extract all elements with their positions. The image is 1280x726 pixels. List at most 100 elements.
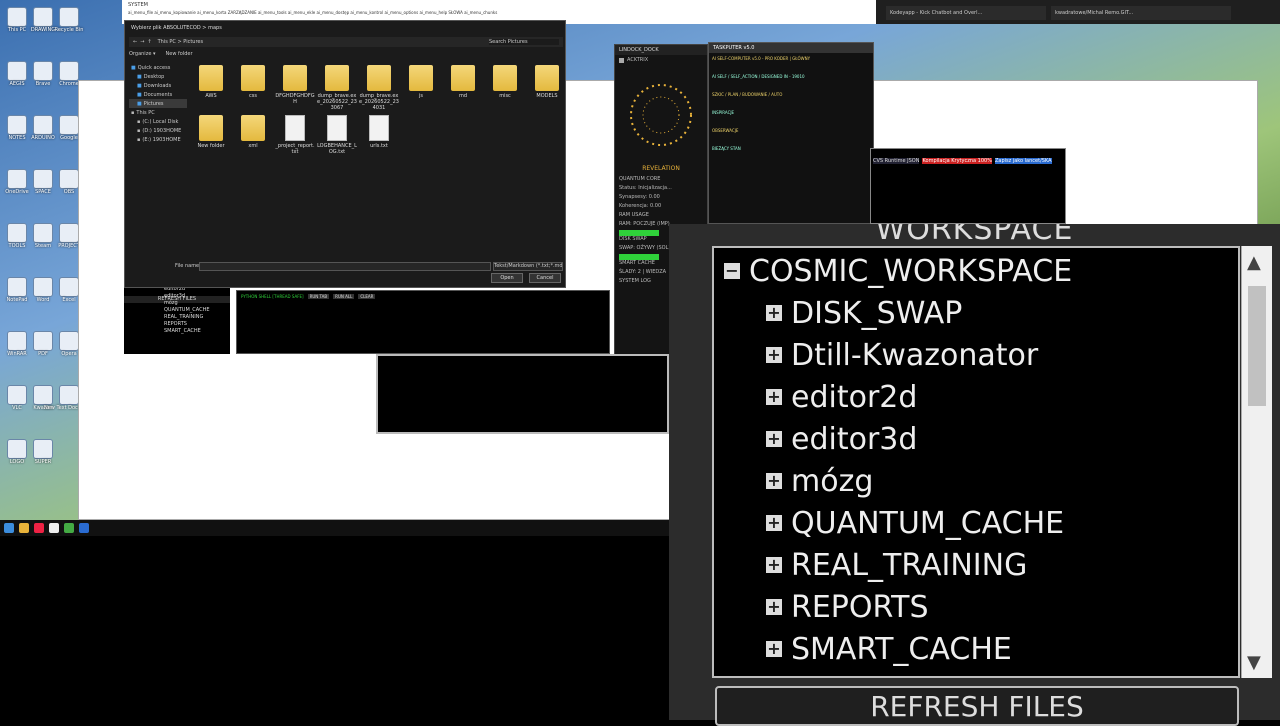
tree-item[interactable]: + editor3d — [766, 418, 917, 460]
collapse-icon[interactable]: − — [724, 263, 740, 279]
desktop-icon[interactable]: SPACE — [32, 170, 54, 195]
clear-button[interactable]: CLEAR — [358, 293, 376, 299]
desktop-icon[interactable]: This PC — [6, 8, 28, 33]
folder-icon[interactable] — [19, 523, 29, 533]
run-tab-button[interactable]: RUN TAB — [307, 293, 330, 299]
desktop-icon[interactable]: Steam — [32, 224, 54, 249]
nav-item[interactable]: ■ Desktop — [129, 72, 187, 81]
run-all-button[interactable]: RUN ALL — [333, 293, 355, 299]
tree-item[interactable]: + QUANTUM_CACHE — [766, 502, 1064, 544]
desktop-icon[interactable]: NOTES — [6, 116, 28, 141]
browser-tab[interactable]: kwadratowe/Michal Remo.GIT... — [1051, 6, 1231, 20]
desktop-icon[interactable]: New Text Document — [44, 386, 94, 411]
kompilacja-button[interactable]: Kompilacja Krytyczna 100% — [922, 158, 992, 164]
small-tree-item[interactable]: QUANTUM_CACHE — [144, 307, 230, 314]
small-tree-item[interactable]: REPORTS — [144, 321, 230, 328]
expand-icon[interactable]: + — [766, 389, 782, 405]
nav-item[interactable]: ■ Quick access — [129, 63, 187, 72]
expand-icon[interactable]: + — [766, 599, 782, 615]
desktop-icon[interactable]: WinRAR — [6, 332, 28, 357]
browser-tab[interactable]: Kodeyapp - Kick Chatbot and Overl... — [886, 6, 1046, 20]
file-item[interactable]: New folder — [191, 115, 231, 149]
forward-icon[interactable]: → — [140, 39, 144, 45]
acktrix-row[interactable]: ACKTRIX — [615, 55, 707, 65]
scroll-down-icon[interactable]: ▼ — [1247, 652, 1261, 673]
expand-icon[interactable]: + — [766, 557, 782, 573]
app-icon[interactable] — [49, 523, 59, 533]
scroll-thumb[interactable] — [1248, 286, 1266, 406]
desktop-icon[interactable]: Recycle Bin — [55, 8, 83, 33]
cvs-runtime-button[interactable]: CVS Runtime JSON — [873, 158, 920, 164]
zapisz-button[interactable]: Zapisz jako lancet/SKA — [994, 158, 1052, 164]
tree-item[interactable]: + mózg — [766, 460, 873, 502]
file-item[interactable]: DFGHDFGHDFGH — [275, 65, 315, 105]
tree-item[interactable]: + REPORTS — [766, 586, 929, 628]
filetype-select[interactable]: Tekst/Markdown (*.txt;*.md) — [493, 262, 563, 271]
tree-item[interactable]: + editor2d — [766, 376, 917, 418]
organize-button[interactable]: Organize ▾ — [129, 51, 156, 57]
desktop-icon[interactable]: VLC — [6, 386, 28, 411]
tree-item[interactable]: + DISK_SWAP — [766, 292, 962, 334]
desktop-icon[interactable]: ARDUINO — [31, 116, 55, 141]
address-bar[interactable]: ← → ↑ This PC > Pictures Search Pictures — [129, 37, 563, 47]
scroll-up-icon[interactable]: ▲ — [1247, 252, 1261, 273]
desktop-icon[interactable]: LOGO — [6, 440, 28, 465]
expand-icon[interactable]: + — [766, 473, 782, 489]
brave-icon[interactable] — [34, 523, 44, 533]
tree-item[interactable]: + SMART_CACHE — [766, 628, 1012, 670]
desktop-icon[interactable]: OBS — [58, 170, 80, 195]
tree-item[interactable]: + REAL_TRAINING — [766, 544, 1027, 586]
desktop-icon[interactable]: SUPER — [32, 440, 54, 465]
file-item[interactable]: LOGBEHANCE_LOG.txt — [317, 115, 357, 155]
up-icon[interactable]: ↑ — [147, 39, 151, 45]
back-icon[interactable]: ← — [133, 39, 137, 45]
desktop-icon[interactable]: Brave — [32, 62, 54, 87]
file-item[interactable]: css — [233, 65, 273, 99]
tree-root[interactable]: − COSMIC_WORKSPACE — [724, 250, 1072, 292]
nav-item[interactable]: ■ Documents — [129, 90, 187, 99]
nav-item[interactable]: ■ Downloads — [129, 81, 187, 90]
desktop-icon[interactable]: NotePad — [6, 278, 28, 303]
nav-item[interactable]: ▪ This PC — [129, 108, 187, 117]
desktop-icon[interactable]: TOOLS — [6, 224, 28, 249]
new-folder-button[interactable]: New folder — [166, 51, 193, 57]
file-item[interactable]: dump_brave.exe_20260522_233067 — [317, 65, 357, 111]
desktop-icon[interactable]: OneDrive — [5, 170, 29, 195]
nav-item[interactable]: ▪ (E:) 1903HOME — [129, 135, 187, 144]
code-icon[interactable] — [79, 523, 89, 533]
small-tree-item[interactable]: SMART_CACHE — [144, 328, 230, 335]
desktop-icon[interactable]: DRAWING — [31, 8, 55, 33]
desktop-icon[interactable]: Opera — [58, 332, 80, 357]
desktop-icon[interactable]: Word — [32, 278, 54, 303]
file-item[interactable]: MODELS — [527, 65, 567, 99]
nav-item[interactable]: ■ Pictures — [129, 99, 187, 108]
file-item[interactable]: md — [443, 65, 483, 99]
desktop-icon[interactable]: PROJECT — [58, 224, 80, 249]
file-item[interactable]: urls.txt — [359, 115, 399, 149]
start-icon[interactable] — [4, 523, 14, 533]
refresh-files-button[interactable]: REFRESH FILES — [715, 686, 1239, 726]
desktop-icon[interactable]: AEGIS — [6, 62, 28, 87]
file-item[interactable]: AWS — [191, 65, 231, 99]
app-menu[interactable]: ai_menu_file ai_menu_kopiowanie ai_menu_… — [122, 10, 876, 15]
file-item[interactable]: misc — [485, 65, 525, 99]
desktop-icon[interactable]: PDF — [32, 332, 54, 357]
expand-icon[interactable]: + — [766, 347, 782, 363]
checkbox-icon[interactable] — [619, 57, 624, 63]
file-item[interactable]: js — [401, 65, 441, 99]
search-input[interactable]: Search Pictures — [489, 39, 559, 45]
expand-icon[interactable]: + — [766, 431, 782, 447]
small-refresh-button[interactable]: REFRESH FILES — [124, 296, 230, 303]
expand-icon[interactable]: + — [766, 515, 782, 531]
nav-item[interactable]: ▪ (D:) 1903HOME — [129, 126, 187, 135]
scrollbar[interactable]: ▲ ▼ — [1241, 246, 1272, 678]
desktop-icon[interactable]: Google — [58, 116, 80, 141]
open-button[interactable]: Open — [491, 273, 523, 283]
file-item[interactable]: xml — [233, 115, 273, 149]
desktop-icon[interactable]: Excel — [58, 278, 80, 303]
tree-item[interactable]: + Dtill-Kwazonator — [766, 334, 1038, 376]
expand-icon[interactable]: + — [766, 305, 782, 321]
desktop-icon[interactable]: Chrome — [58, 62, 80, 87]
expand-icon[interactable]: + — [766, 641, 782, 657]
notepad-icon[interactable] — [64, 523, 74, 533]
